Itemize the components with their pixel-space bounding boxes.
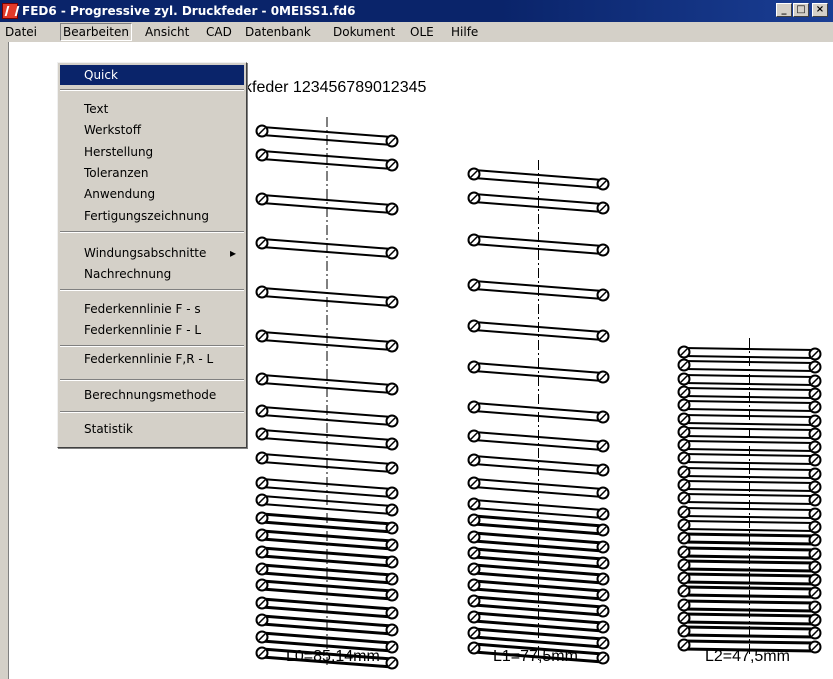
menu-item-windungsabschnitte-label: Windungsabschnitte: [84, 246, 207, 260]
menu-item-berechnungsmethode[interactable]: Berechnungsmethode: [60, 385, 244, 405]
coil-wire: [683, 408, 816, 412]
coil-wire: [683, 387, 816, 391]
spring-label-l0: L0=85,14mm: [286, 648, 380, 665]
bearbeiten-dropdown: Quick Text Werkstoff Herstellung Toleran…: [57, 62, 247, 448]
spring-label-l1: L1=77,5mm: [493, 648, 578, 665]
menu-item-nachrechnung[interactable]: Nachrechnung: [60, 264, 244, 284]
coil-wire: [683, 355, 816, 359]
menu-item-anwendung[interactable]: Anwendung: [60, 184, 244, 204]
menu-separator: [60, 89, 244, 91]
coil-wire: [683, 585, 816, 591]
coil-wire: [683, 374, 816, 378]
menu-separator: [60, 345, 244, 347]
menu-item-fertigungszeichnung[interactable]: Fertigungszeichnung: [60, 206, 244, 226]
coil-wire: [683, 540, 816, 546]
coil-wire: [683, 435, 816, 439]
coil-wire: [683, 347, 816, 351]
menu-item-werkstoff[interactable]: Werkstoff: [60, 120, 244, 140]
menu-item-quick[interactable]: Quick: [60, 65, 244, 85]
coil-wire: [683, 528, 816, 532]
menu-separator: [60, 411, 244, 413]
coil-wire: [683, 414, 816, 418]
menu-item-statistik[interactable]: Statistik: [60, 419, 244, 439]
coil-wire: [683, 453, 816, 457]
coil-wire: [683, 427, 816, 431]
menu-item-federkennlinie-f-l[interactable]: Federkennlinie F - L: [60, 320, 244, 340]
coil-wire: [683, 599, 816, 605]
coil-wire: [683, 572, 816, 578]
menu-separator: [60, 289, 244, 291]
coil-wire: [683, 532, 816, 538]
coil-wire: [683, 440, 816, 444]
coil-wire: [683, 448, 816, 452]
menu-separator: [60, 231, 244, 233]
coil-wire: [683, 422, 816, 426]
coil-wire: [683, 395, 816, 399]
coil-wire: [683, 554, 816, 560]
application-window: FED6 - Progressive zyl. Druckfeder - 0ME…: [0, 0, 833, 679]
coil-wire: [683, 475, 816, 479]
coil-wire: [683, 612, 816, 618]
coil-wire: [683, 593, 816, 599]
coil-wire: [683, 461, 816, 465]
coil-wire: [683, 639, 816, 645]
menu-item-text[interactable]: Text: [60, 99, 244, 119]
coil-wire: [683, 368, 816, 372]
coil-wire: [683, 467, 816, 471]
menu-item-federkennlinie-fr-l[interactable]: Federkennlinie F,R - L: [60, 349, 244, 369]
coil-wire: [683, 520, 816, 524]
coil-wire: [683, 493, 816, 497]
coil-wire: [683, 488, 816, 492]
coil-wire: [683, 625, 816, 631]
menu-separator: [60, 379, 244, 381]
coil-wire: [683, 360, 816, 364]
menu-item-federkennlinie-f-s[interactable]: Federkennlinie F - s: [60, 299, 244, 319]
menu-item-toleranzen[interactable]: Toleranzen: [60, 163, 244, 183]
coil-wire: [683, 607, 816, 613]
coil-wire: [683, 580, 816, 586]
coil-wire: [683, 501, 816, 505]
menu-item-herstellung[interactable]: Herstellung: [60, 142, 244, 162]
coil-wire: [683, 400, 816, 404]
submenu-arrow-icon: ▸: [229, 246, 236, 260]
coil-wire: [683, 633, 816, 639]
menu-item-windungsabschnitte[interactable]: Windungsabschnitte ▸: [60, 243, 244, 263]
coil-wire: [683, 382, 816, 386]
coil-wire: [683, 480, 816, 484]
coil-wire: [683, 546, 816, 552]
coil-wire: [683, 567, 816, 573]
coil-wire: [683, 620, 816, 626]
coil-wire: [683, 507, 816, 511]
spring-label-l2: L2=47,5mm: [705, 648, 790, 665]
coil-wire: [683, 559, 816, 565]
coil-wire: [683, 515, 816, 519]
